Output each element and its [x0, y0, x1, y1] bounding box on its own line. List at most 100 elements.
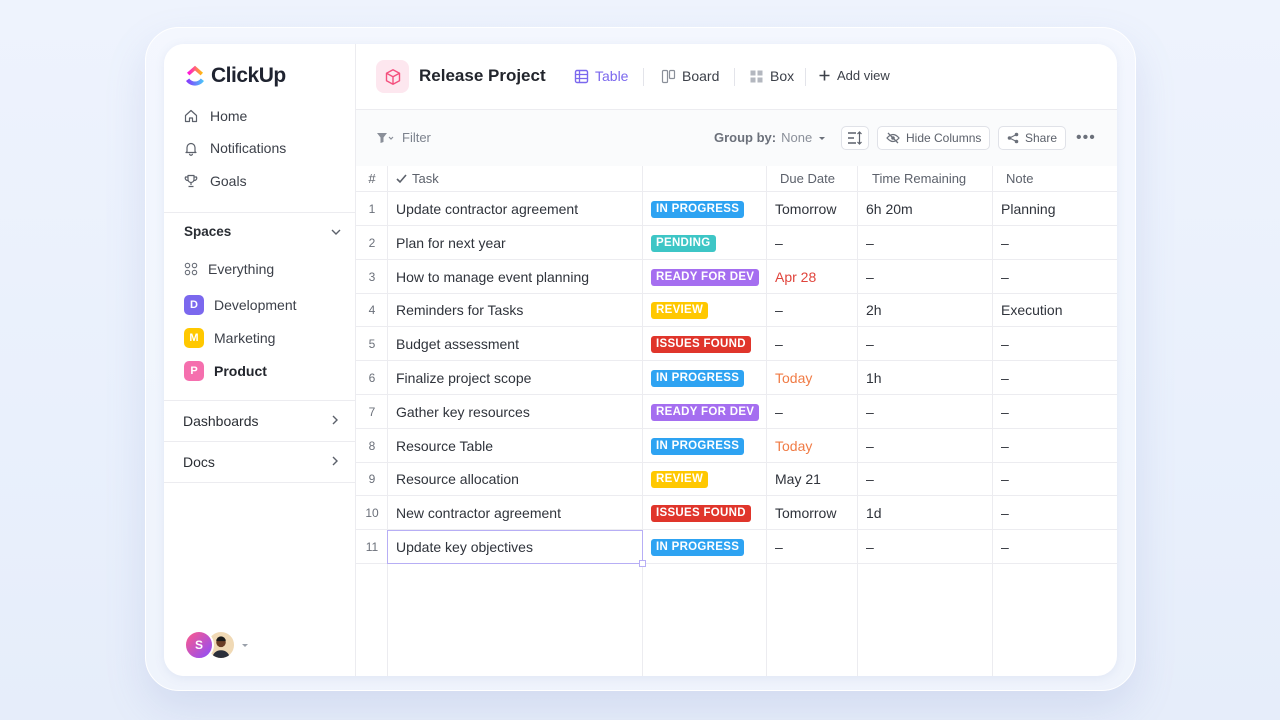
time-remaining[interactable]: – [866, 438, 874, 454]
table-row[interactable]: 9 Resource allocation REVIEW May 21 – – [356, 462, 1117, 497]
note[interactable]: Execution [1001, 302, 1062, 318]
due-date[interactable]: May 21 [775, 471, 821, 487]
space-label: Product [214, 363, 267, 379]
tab-box[interactable]: Box [749, 68, 794, 84]
sidebar-dashboards[interactable]: Dashboards [164, 400, 356, 441]
nav-home-label: Home [210, 108, 248, 124]
column-header-due-date[interactable]: Due Date [780, 171, 835, 186]
due-date[interactable]: Apr 28 [775, 269, 816, 285]
time-remaining[interactable]: 6h 20m [866, 201, 913, 217]
time-remaining[interactable]: – [866, 336, 874, 352]
column-header-time-remaining[interactable]: Time Remaining [872, 171, 966, 186]
table-row[interactable]: 3 How to manage event planning READY FOR D… [356, 260, 1117, 294]
task-name[interactable]: New contractor agreement [396, 505, 561, 521]
clickup-logo[interactable]: ClickUp [183, 64, 286, 88]
sort-button[interactable] [841, 126, 869, 150]
nav-goals[interactable]: Goals [183, 173, 247, 189]
due-date[interactable]: – [775, 235, 783, 251]
sidebar-docs[interactable]: Docs [164, 441, 356, 482]
table-row[interactable]: 1 Update contractor agreement IN PROGRESS T… [356, 192, 1117, 226]
task-name[interactable]: Resource allocation [396, 471, 519, 487]
time-remaining[interactable]: 1d [866, 505, 882, 521]
status-badge[interactable]: READY FOR DEV [651, 268, 760, 286]
task-name[interactable]: How to manage event planning [396, 269, 589, 285]
table-row[interactable]: 7 Gather key resources READY FOR DEV – – – [356, 395, 1117, 429]
tab-table[interactable]: Table [574, 68, 628, 84]
add-view-button[interactable]: Add view [818, 68, 890, 83]
due-date[interactable]: – [775, 302, 783, 318]
task-name[interactable]: Gather key resources [396, 404, 530, 420]
space-development[interactable]: D Development [184, 295, 297, 315]
note[interactable]: – [1001, 336, 1009, 352]
share-button[interactable]: Share [998, 126, 1067, 150]
column-header-task[interactable]: Task [396, 171, 439, 186]
note[interactable]: – [1001, 471, 1009, 487]
task-name[interactable]: Finalize project scope [396, 370, 531, 386]
column-header-note[interactable]: Note [1006, 171, 1033, 186]
status-badge[interactable]: IN PROGRESS [651, 370, 745, 387]
due-date[interactable]: Tomorrow [775, 201, 836, 217]
time-remaining[interactable]: 1h [866, 370, 882, 386]
due-date[interactable]: Tomorrow [775, 505, 836, 521]
group-by-select[interactable]: Group by: None [714, 130, 827, 145]
time-remaining[interactable]: – [866, 471, 874, 487]
note[interactable]: – [1001, 235, 1009, 251]
task-name[interactable]: Resource Table [396, 438, 493, 454]
task-name[interactable]: Plan for next year [396, 235, 506, 251]
hide-columns-button[interactable]: Hide Columns [877, 126, 991, 150]
table-row[interactable]: 11 Update key objectives IN PROGRESS – – – [356, 530, 1117, 567]
status-badge[interactable]: IN PROGRESS [651, 201, 745, 218]
filter-button[interactable]: Filter [376, 130, 431, 145]
due-date[interactable]: – [775, 539, 783, 555]
table-row[interactable]: 2 Plan for next year PENDING – – – [356, 226, 1117, 260]
more-options-icon[interactable]: ••• [1076, 129, 1096, 147]
task-name[interactable]: Budget assessment [396, 336, 519, 352]
header-bar: Release Project Table Board Box Add view [356, 44, 1117, 110]
page-title: Release Project [419, 66, 546, 85]
avatar: S [184, 630, 214, 660]
tab-board[interactable]: Board [661, 68, 719, 84]
due-date[interactable]: Today [775, 438, 812, 454]
task-name[interactable]: Update contractor agreement [396, 201, 578, 217]
note[interactable]: Planning [1001, 201, 1056, 217]
table-row[interactable]: 8 Resource Table IN PROGRESS Today – – [356, 429, 1117, 463]
time-remaining[interactable]: – [866, 539, 874, 555]
time-remaining[interactable]: – [866, 235, 874, 251]
due-date[interactable]: Today [775, 370, 812, 386]
space-everything[interactable]: Everything [184, 261, 274, 277]
status-badge[interactable]: PENDING [651, 234, 716, 252]
table-row[interactable]: 10 New contractor agreement ISSUES FOUND To… [356, 496, 1117, 531]
nav-notifications[interactable]: Notifications [183, 140, 286, 156]
due-date[interactable]: – [775, 336, 783, 352]
status-badge[interactable]: IN PROGRESS [651, 437, 745, 455]
time-remaining[interactable]: – [866, 269, 874, 285]
table-row[interactable]: 4 Reminders for Tasks REVIEW – 2h Execution [356, 293, 1117, 328]
status-badge[interactable]: ISSUES FOUND [651, 505, 751, 523]
user-avatars[interactable]: S [184, 630, 250, 660]
note[interactable]: – [1001, 404, 1009, 420]
view-separator [734, 68, 735, 86]
status-badge[interactable]: REVIEW [651, 471, 709, 489]
clickup-logo-icon [186, 65, 204, 86]
note[interactable]: – [1001, 539, 1009, 555]
chevron-down-icon[interactable] [329, 225, 343, 239]
time-remaining[interactable]: 2h [866, 302, 882, 318]
space-marketing[interactable]: M Marketing [184, 328, 275, 348]
table-row[interactable]: 5 Budget assessment ISSUES FOUND – – – [356, 327, 1117, 362]
note[interactable]: – [1001, 370, 1009, 386]
due-date[interactable]: – [775, 404, 783, 420]
status-badge[interactable]: REVIEW [651, 302, 709, 320]
table-row[interactable]: 6 Finalize project scope IN PROGRESS Today 1… [356, 361, 1117, 395]
note[interactable]: – [1001, 438, 1009, 454]
note[interactable]: – [1001, 269, 1009, 285]
status-badge[interactable]: READY FOR DEV [651, 403, 760, 421]
nav-home[interactable]: Home [183, 108, 247, 124]
fill-handle[interactable] [639, 560, 646, 567]
tab-label: Box [770, 68, 795, 84]
space-product[interactable]: P Product [184, 361, 267, 381]
status-badge[interactable]: IN PROGRESS [651, 539, 745, 556]
note[interactable]: – [1001, 505, 1009, 521]
time-remaining[interactable]: – [866, 404, 874, 420]
task-name[interactable]: Reminders for Tasks [396, 302, 523, 318]
status-badge[interactable]: ISSUES FOUND [651, 336, 751, 354]
